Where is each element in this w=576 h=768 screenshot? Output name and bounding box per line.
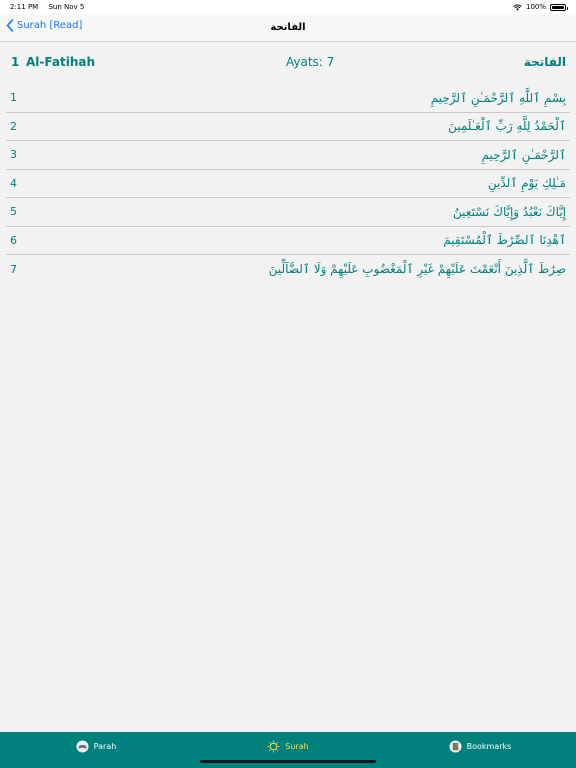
ayah-number: 1: [10, 91, 17, 105]
status-bar: 2:11 PM Sun Nov 5 100%: [0, 0, 576, 14]
book-icon: [76, 740, 89, 753]
tab-surah-label: Surah: [285, 742, 309, 751]
sun-icon: [267, 740, 280, 753]
ayah-row[interactable]: 4 مَـٰلِكِ يَوْمِ ٱلدِّينِ: [6, 170, 570, 198]
status-left: 2:11 PM Sun Nov 5: [10, 3, 92, 11]
ayah-row[interactable]: 7 صِرَٰطَ ٱلَّذِينَ أَنْعَمْتَ عَلَيْهِم…: [6, 255, 570, 284]
ayah-text: ٱلرَّحْمَـٰنِ ٱلرَّحِيمِ: [481, 147, 566, 162]
ayah-number: 2: [10, 119, 17, 133]
wifi-icon: [513, 4, 522, 10]
battery-icon: [550, 3, 568, 11]
bookmark-icon: [449, 740, 462, 753]
surah-header: 1 Al-Fatihah Ayats: 7 الفاتحة: [0, 50, 576, 74]
back-button-label: Surah [Read]: [17, 20, 83, 31]
ayah-number: 4: [10, 176, 17, 190]
ayah-text: صِرَٰطَ ٱلَّذِينَ أَنْعَمْتَ عَلَيْهِمْ …: [268, 262, 566, 277]
back-button[interactable]: Surah [Read]: [6, 19, 82, 32]
battery-level: [552, 5, 564, 9]
ayah-text: بِسْمِ ٱللَّهِ ٱلرَّحْمَـٰنِ ٱلرَّحِيمِ: [430, 90, 566, 105]
status-date: Sun Nov 5: [48, 3, 85, 11]
ayah-text: مَـٰلِكِ يَوْمِ ٱلدِّينِ: [487, 176, 566, 191]
page-title: الفاتحة: [270, 22, 306, 33]
ayat-count: Ayats: 7: [286, 55, 335, 69]
navigation-bar: Surah [Read] الفاتحة: [0, 14, 576, 42]
tab-parah[interactable]: Parah: [0, 732, 192, 753]
tab-parah-label: Parah: [93, 742, 117, 751]
ayah-row[interactable]: 2 ٱلْحَمْدُ لِلَّهِ رَبِّ ٱلْعَـٰلَمِينَ: [6, 113, 570, 141]
home-indicator[interactable]: [200, 760, 376, 763]
surah-arabic-name: الفاتحة: [523, 55, 566, 69]
ayah-row[interactable]: 6 ٱهْدِنَا ٱلصِّرَٰطَ ٱلْمُسْتَقِيمَ: [6, 227, 570, 255]
ayah-row[interactable]: 1 بِسْمِ ٱللَّهِ ٱلرَّحْمَـٰنِ ٱلرَّحِيم…: [6, 84, 570, 113]
ayah-number: 6: [10, 233, 17, 247]
battery-percent: 100%: [525, 3, 546, 11]
ayah-number: 7: [10, 262, 17, 276]
ayah-number: 3: [10, 148, 17, 162]
tab-bookmarks-label: Bookmarks: [466, 742, 512, 751]
ayah-text: ٱهْدِنَا ٱلصِّرَٰطَ ٱلْمُسْتَقِيمَ: [443, 233, 566, 248]
ayah-text: إِيَّاكَ نَعْبُدُ وَإِيَّاكَ نَسْتَعِينُ: [453, 204, 566, 219]
surah-name: Al-Fatihah: [26, 55, 96, 69]
ayah-row[interactable]: 3 ٱلرَّحْمَـٰنِ ٱلرَّحِيمِ: [6, 141, 570, 170]
tab-surah[interactable]: Surah: [192, 732, 384, 753]
status-time: 2:11 PM: [10, 3, 39, 11]
chevron-left-icon: [6, 19, 14, 32]
ayah-list: 1 بِسْمِ ٱللَّهِ ٱلرَّحْمَـٰنِ ٱلرَّحِيم…: [6, 84, 570, 284]
ayah-text: ٱلْحَمْدُ لِلَّهِ رَبِّ ٱلْعَـٰلَمِينَ: [448, 119, 566, 134]
status-right: 100%: [513, 3, 568, 11]
surah-number: 1: [11, 55, 20, 69]
ayah-number: 5: [10, 205, 17, 219]
ayah-row[interactable]: 5 إِيَّاكَ نَعْبُدُ وَإِيَّاكَ نَسْتَعِي…: [6, 198, 570, 227]
tab-bookmarks[interactable]: Bookmarks: [384, 732, 576, 753]
